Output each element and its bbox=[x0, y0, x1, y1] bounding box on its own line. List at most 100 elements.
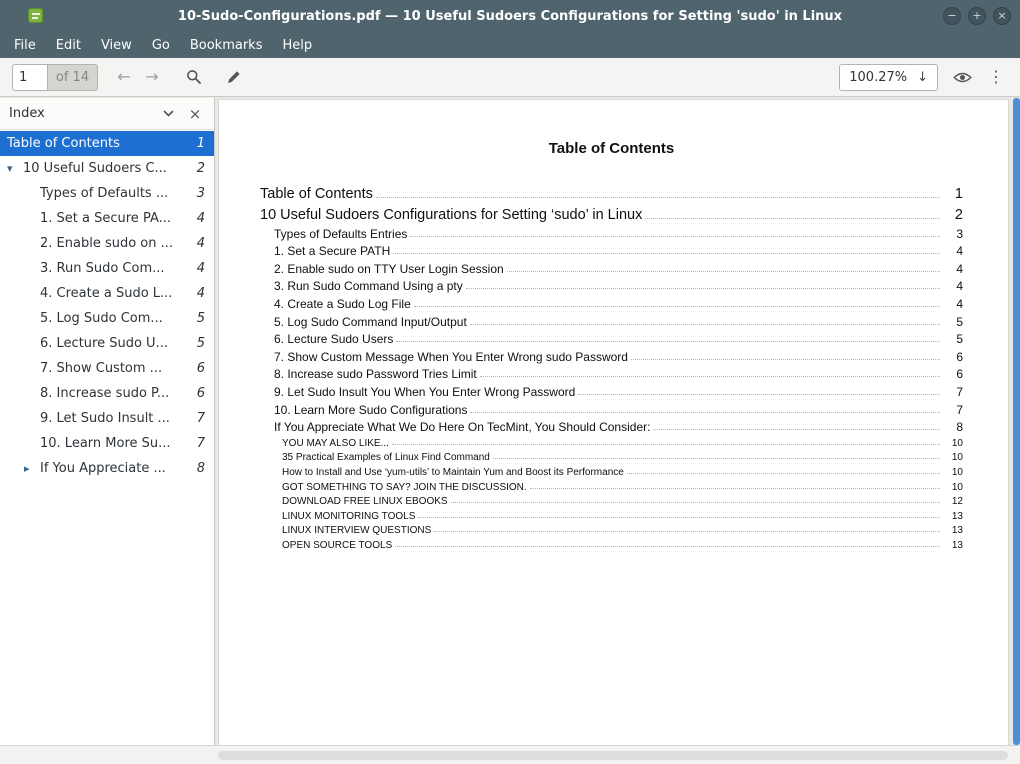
toc-entry-page: 1 bbox=[943, 186, 963, 202]
app-icon bbox=[28, 8, 43, 23]
menu-item-help[interactable]: Help bbox=[272, 32, 322, 58]
overflow-menu-button[interactable]: ⋮ bbox=[984, 64, 1008, 91]
toc-entry[interactable]: 9. Let Sudo Insult You When You Enter Wr… bbox=[260, 381, 963, 399]
horizontal-scrollbar-thumb[interactable] bbox=[218, 751, 1008, 760]
sidebar-item-label: 6. Lecture Sudo U... bbox=[40, 336, 191, 351]
sidebar-item[interactable]: 6. Lecture Sudo U...5 bbox=[0, 331, 214, 356]
toc-entry[interactable]: 5. Log Sudo Command Input/Output5 bbox=[260, 311, 963, 329]
toc-entry-label: LINUX MONITORING TOOLS bbox=[282, 511, 415, 522]
sidebar-item-page: 4 bbox=[197, 286, 205, 301]
sidebar-view-selector[interactable] bbox=[163, 110, 185, 117]
toc-entry-page: 4 bbox=[943, 279, 963, 293]
minimize-button[interactable]: − bbox=[943, 7, 961, 25]
sidebar-item[interactable]: ▸If You Appreciate ...8 bbox=[0, 456, 214, 481]
toc-entry-label: OPEN SOURCE TOOLS bbox=[282, 540, 392, 551]
sidebar-item[interactable]: 2. Enable sudo on ...4 bbox=[0, 231, 214, 256]
toc-entry[interactable]: 8. Increase sudo Password Tries Limit6 bbox=[260, 364, 963, 382]
menu-item-go[interactable]: Go bbox=[142, 32, 180, 58]
toc-entry-label: 35 Practical Examples of Linux Find Comm… bbox=[282, 452, 490, 463]
dotted-leader bbox=[466, 288, 940, 289]
page-count-label: of 14 bbox=[48, 64, 98, 91]
toc-entry[interactable]: 2. Enable sudo on TTY User Login Session… bbox=[260, 258, 963, 276]
sidebar-item-page: 4 bbox=[197, 236, 205, 251]
toc-entry-page: 6 bbox=[943, 367, 963, 381]
menu-item-file[interactable]: File bbox=[4, 32, 46, 58]
dotted-leader bbox=[470, 412, 940, 413]
sidebar-item[interactable]: 9. Let Sudo Insult ...7 bbox=[0, 406, 214, 431]
toc-entry[interactable]: 3. Run Sudo Command Using a pty4 bbox=[260, 276, 963, 294]
sidebar-item[interactable]: 5. Log Sudo Com...5 bbox=[0, 306, 214, 331]
sidebar-item[interactable]: 8. Increase sudo P...6 bbox=[0, 381, 214, 406]
toc-entry-page: 13 bbox=[943, 540, 963, 551]
dotted-leader bbox=[493, 458, 940, 459]
toc-entry-page: 13 bbox=[943, 511, 963, 522]
toc-entry[interactable]: 1. Set a Secure PATH4 bbox=[260, 241, 963, 259]
toc-entry[interactable]: 35 Practical Examples of Linux Find Comm… bbox=[260, 449, 963, 464]
sidebar-item[interactable]: ▾10 Useful Sudoers C...2 bbox=[0, 156, 214, 181]
expander-open-icon[interactable]: ▾ bbox=[7, 162, 23, 175]
sidebar-item[interactable]: Table of Contents1 bbox=[0, 131, 214, 156]
document-heading: Table of Contents bbox=[260, 140, 963, 157]
sidebar-item-page: 7 bbox=[197, 411, 205, 426]
dotted-leader bbox=[578, 394, 940, 395]
toc-entry[interactable]: If You Appreciate What We Do Here On Tec… bbox=[260, 417, 963, 435]
sidebar-item[interactable]: Types of Defaults ...3 bbox=[0, 181, 214, 206]
toc-entry[interactable]: LINUX MONITORING TOOLS 13 bbox=[260, 507, 963, 522]
toc-entry[interactable]: Table of Contents1 bbox=[260, 181, 963, 202]
toc-entry-page: 10 bbox=[943, 438, 963, 449]
horizontal-scrollbar-track[interactable] bbox=[0, 745, 1020, 764]
titlebar: 10-Sudo-Configurations.pdf — 10 Useful S… bbox=[0, 0, 1020, 32]
sidebar-item-page: 7 bbox=[197, 436, 205, 451]
vertical-scrollbar[interactable] bbox=[1013, 98, 1020, 745]
close-button[interactable]: × bbox=[993, 7, 1011, 25]
page-number-input[interactable]: 1 bbox=[12, 64, 48, 91]
zoom-dropdown-arrow[interactable]: ↓ bbox=[917, 70, 928, 85]
search-button[interactable] bbox=[180, 64, 208, 91]
menu-item-bookmarks[interactable]: Bookmarks bbox=[180, 32, 273, 58]
toc-entry-page: 2 bbox=[943, 207, 963, 223]
toc-entry[interactable]: YOU MAY ALSO LIKE... 10 bbox=[260, 434, 963, 449]
toc-entry[interactable]: 7. Show Custom Message When You Enter Wr… bbox=[260, 346, 963, 364]
toc-entry[interactable]: 4. Create a Sudo Log File4 bbox=[260, 293, 963, 311]
sidebar-item[interactable]: 3. Run Sudo Com...4 bbox=[0, 256, 214, 281]
window-title: 10-Sudo-Configurations.pdf — 10 Useful S… bbox=[0, 9, 1020, 24]
toc-entry[interactable]: 10. Learn More Sudo Configurations7 bbox=[260, 399, 963, 417]
toc-entry-page: 4 bbox=[943, 262, 963, 276]
pdf-page[interactable]: Table of Contents Table of Contents1 10 U… bbox=[218, 99, 1009, 745]
expander-closed-icon[interactable]: ▸ bbox=[24, 462, 40, 475]
sidebar-item-label: 4. Create a Sudo L... bbox=[40, 286, 191, 301]
toc-entry[interactable]: 10 Useful Sudoers Configurations for Set… bbox=[260, 202, 963, 223]
history-forward-button[interactable]: → bbox=[138, 64, 166, 91]
menu-item-edit[interactable]: Edit bbox=[46, 32, 91, 58]
toc-entry-label: 10 Useful Sudoers Configurations for Set… bbox=[260, 207, 642, 223]
toc-entry[interactable]: 6. Lecture Sudo Users5 bbox=[260, 329, 963, 347]
menubar: FileEditViewGoBookmarksHelp bbox=[0, 32, 1020, 58]
dotted-leader bbox=[393, 253, 940, 254]
sidebar-item-label: 10. Learn More Su... bbox=[40, 436, 191, 451]
sidebar-item[interactable]: 7. Show Custom ...6 bbox=[0, 356, 214, 381]
sidebar-item[interactable]: 4. Create a Sudo L... 4 bbox=[0, 281, 214, 306]
toc-entry-label: 2. Enable sudo on TTY User Login Session bbox=[274, 262, 504, 276]
toc-entry-label: If You Appreciate What We Do Here On Tec… bbox=[274, 420, 650, 434]
toc-entry[interactable]: Types of Defaults Entries3 bbox=[260, 223, 963, 241]
toc-entry[interactable]: OPEN SOURCE TOOLS 13 bbox=[260, 536, 963, 551]
view-options-button[interactable] bbox=[948, 64, 976, 91]
dotted-leader bbox=[507, 271, 940, 272]
menu-item-view[interactable]: View bbox=[91, 32, 142, 58]
toc-entry[interactable]: How to Install and Use ‘yum-utils’ to Ma… bbox=[260, 463, 963, 478]
toc-entry-page: 5 bbox=[943, 315, 963, 329]
history-back-button[interactable]: ← bbox=[110, 64, 138, 91]
annotate-button[interactable] bbox=[220, 64, 248, 91]
toc-entry[interactable]: LINUX INTERVIEW QUESTIONS13 bbox=[260, 522, 963, 537]
toc-entry-label: Types of Defaults Entries bbox=[274, 227, 407, 241]
maximize-button[interactable]: + bbox=[968, 7, 986, 25]
sidebar-item[interactable]: 1. Set a Secure PA...4 bbox=[0, 206, 214, 231]
sidebar-item[interactable]: 10. Learn More Su... 7 bbox=[0, 431, 214, 456]
toc-entry[interactable]: DOWNLOAD FREE LINUX EBOOKS12 bbox=[260, 493, 963, 508]
sidebar-close-button[interactable]: × bbox=[185, 105, 205, 123]
toc-entry[interactable]: GOT SOMETHING TO SAY? JOIN THE DISCUSSIO… bbox=[260, 478, 963, 493]
chevron-down-icon bbox=[163, 110, 174, 117]
zoom-control[interactable]: 100.27% ↓ bbox=[839, 64, 938, 91]
toc-entry-label: YOU MAY ALSO LIKE... bbox=[282, 438, 389, 449]
window-controls: − + × bbox=[943, 7, 1011, 25]
